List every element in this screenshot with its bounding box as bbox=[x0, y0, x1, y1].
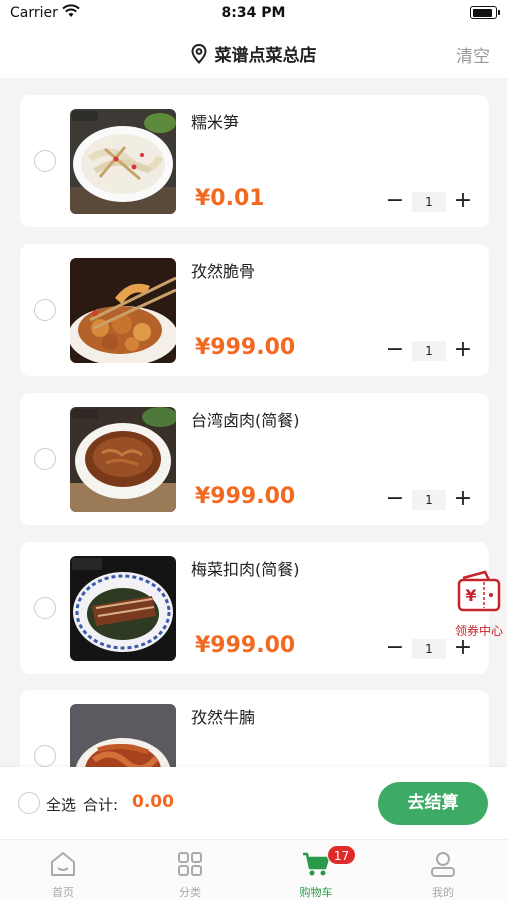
checkout-bar: 全选 合计: 0.00 去结算 bbox=[0, 767, 507, 839]
dish-price: ¥0.01 bbox=[195, 186, 265, 211]
tab-cart[interactable]: 17 购物车 bbox=[253, 840, 379, 900]
page-title: 菜谱点菜总店 bbox=[214, 46, 317, 66]
item-select-radio[interactable] bbox=[34, 448, 56, 470]
quantity-value[interactable]: 1 bbox=[412, 192, 446, 212]
nav-bar: 菜谱点菜总店 清空 bbox=[0, 28, 507, 78]
dish-image bbox=[70, 556, 176, 661]
coupon-center-label: 领券中心 bbox=[454, 624, 503, 638]
total-value: 0.00 bbox=[132, 792, 174, 812]
quantity-stepper: − 1 + bbox=[384, 488, 474, 511]
cart-item: 台湾卤肉(简餐) ¥999.00 − 1 + bbox=[20, 393, 489, 525]
increase-button[interactable]: + bbox=[452, 190, 474, 213]
decrease-button[interactable]: − bbox=[384, 637, 406, 660]
tab-cart-label: 购物车 bbox=[299, 886, 333, 899]
store-selector[interactable]: 菜谱点菜总店 bbox=[0, 41, 507, 66]
clear-cart-button[interactable]: 清空 bbox=[456, 42, 490, 67]
checkout-button[interactable]: 去结算 bbox=[378, 782, 488, 825]
item-select-radio[interactable] bbox=[34, 597, 56, 619]
location-pin-icon bbox=[190, 44, 207, 64]
tab-profile-label: 我的 bbox=[432, 886, 454, 899]
quantity-value[interactable]: 1 bbox=[412, 490, 446, 510]
dish-image bbox=[70, 407, 176, 512]
tab-home-label: 首页 bbox=[52, 886, 74, 899]
item-select-radio[interactable] bbox=[34, 745, 56, 767]
item-select-radio[interactable] bbox=[34, 150, 56, 172]
increase-button[interactable]: + bbox=[452, 637, 474, 660]
tab-bar: 首页 分类 17 购物车 我的 bbox=[0, 839, 507, 900]
cart-count-badge: 17 bbox=[327, 845, 356, 865]
dish-image bbox=[70, 109, 176, 214]
decrease-button[interactable]: − bbox=[384, 488, 406, 511]
tab-profile[interactable]: 我的 bbox=[380, 840, 506, 900]
quantity-value[interactable]: 1 bbox=[412, 639, 446, 659]
quantity-stepper: − 1 + bbox=[384, 190, 474, 213]
cart-item: 梅菜扣肉(简餐) ¥999.00 − 1 + bbox=[20, 542, 489, 674]
dish-name: 梅菜扣肉(简餐) bbox=[191, 560, 300, 579]
dish-price: ¥999.00 bbox=[195, 335, 296, 360]
dish-name: 孜然牛腩 bbox=[191, 708, 256, 727]
item-select-radio[interactable] bbox=[34, 299, 56, 321]
clock: 8:34 PM bbox=[221, 5, 286, 21]
decrease-button[interactable]: − bbox=[384, 190, 406, 213]
dish-image bbox=[70, 258, 176, 363]
status-bar: Carrier 8:34 PM bbox=[0, 0, 507, 28]
user-icon bbox=[431, 852, 455, 877]
decrease-button[interactable]: − bbox=[384, 339, 406, 362]
home-icon bbox=[51, 852, 75, 876]
coupon-icon: ¥ bbox=[457, 570, 501, 612]
dish-name: 台湾卤肉(简餐) bbox=[191, 411, 300, 430]
select-all-label[interactable]: 全选 bbox=[46, 794, 76, 815]
tab-category[interactable]: 分类 bbox=[127, 840, 253, 900]
coupon-center-button[interactable]: ¥ 领券中心 bbox=[449, 568, 507, 640]
total-label: 合计: bbox=[83, 796, 119, 814]
grid-icon bbox=[178, 852, 202, 876]
svg-text:¥: ¥ bbox=[465, 586, 476, 605]
increase-button[interactable]: + bbox=[452, 488, 474, 511]
dish-name: 糯米笋 bbox=[191, 113, 240, 132]
increase-button[interactable]: + bbox=[452, 339, 474, 362]
select-all-radio[interactable] bbox=[18, 792, 40, 814]
battery-icon bbox=[470, 6, 500, 19]
dish-price: ¥999.00 bbox=[195, 484, 296, 509]
dish-name: 孜然脆骨 bbox=[191, 262, 256, 281]
quantity-stepper: − 1 + bbox=[384, 339, 474, 362]
dish-price: ¥999.00 bbox=[195, 633, 296, 658]
tab-home[interactable]: 首页 bbox=[0, 840, 126, 900]
quantity-stepper: − 1 + bbox=[384, 637, 474, 660]
tab-category-label: 分类 bbox=[179, 886, 201, 899]
quantity-value[interactable]: 1 bbox=[412, 341, 446, 361]
cart-item: 孜然脆骨 ¥999.00 − 1 + bbox=[20, 244, 489, 376]
cart-item: 糯米笋 ¥0.01 − 1 + bbox=[20, 95, 489, 227]
